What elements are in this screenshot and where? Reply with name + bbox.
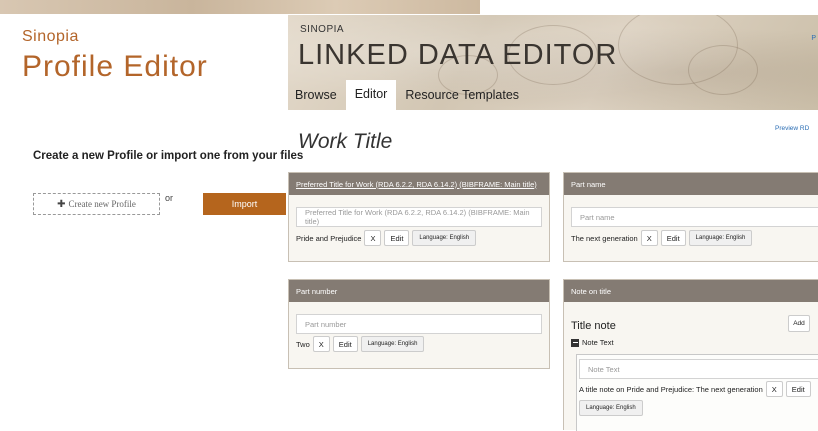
note-text-property-box: Note Text A title note on Pride and Prej… (576, 354, 818, 431)
header-app-title: LINKED DATA EDITOR (298, 39, 618, 71)
remove-value-button[interactable]: X (312, 336, 330, 352)
brand-sinopia-label: Sinopia (22, 28, 79, 45)
tab-resource-templates[interactable]: Resource Templates (398, 88, 526, 110)
panel-header: Note on title (564, 280, 818, 302)
language-button[interactable]: Language: English (412, 230, 477, 246)
panel-part-number: Part number Part number Two X Edit Langu… (288, 279, 550, 369)
panel-header: Part number (289, 280, 549, 302)
collapse-minus-icon[interactable] (571, 338, 579, 347)
import-button[interactable]: Import (203, 193, 286, 215)
note-text-toggle[interactable]: Note Text (571, 338, 614, 347)
note-text-label: Note Text (582, 338, 614, 347)
tab-browse[interactable]: Browse (288, 88, 344, 110)
panel-part-name: Part name Part name The next generation … (563, 172, 818, 262)
profile-editor-top-banner (0, 0, 480, 14)
preferred-title-input[interactable]: Preferred Title for Work (RDA 6.2.2, RDA… (296, 207, 542, 227)
create-new-profile-label: Create new Profile (68, 199, 136, 209)
panel-note-on-title: Note on title Title note Add Note Text N… (563, 279, 818, 431)
create-new-profile-button[interactable]: ✚ Create new Profile (33, 193, 160, 215)
note-text-input[interactable]: Note Text (579, 359, 818, 379)
page-title: Work Title (298, 130, 393, 153)
literal-value: Two (296, 339, 310, 349)
header-tab-bar: Browse Editor Resource Templates (288, 80, 526, 110)
language-button[interactable]: Language: English (579, 400, 643, 416)
plus-icon: ✚ (57, 198, 66, 210)
edit-value-button[interactable]: Edit (332, 336, 358, 352)
edit-value-button[interactable]: Edit (785, 381, 811, 397)
literal-value: Pride and Prejudice (296, 233, 362, 243)
panel-header: Preferred Title for Work (RDA 6.2.2, RDA… (289, 173, 549, 195)
remove-value-button[interactable]: X (765, 381, 783, 397)
language-row: Language: English (579, 400, 643, 416)
edit-value-button[interactable]: Edit (384, 230, 410, 246)
resource-subtitle: Title note (571, 320, 616, 332)
linked-data-editor-header: SINOPIA LINKED DATA EDITOR P Browse Edit… (288, 15, 818, 110)
literal-value-row: A title note on Pride and Prejudice: The… (579, 381, 811, 397)
panel-header: Part name (564, 173, 818, 195)
profile-editor-brand: Sinopia Profile Editor (22, 28, 208, 84)
language-button[interactable]: Language: English (688, 230, 753, 246)
panel-header-title: Note on title (571, 286, 612, 296)
add-button[interactable]: Add (788, 315, 810, 332)
remove-value-button[interactable]: X (640, 230, 658, 246)
literal-value: The next generation (571, 233, 638, 243)
brand-profile-editor-title: Profile Editor (22, 50, 208, 83)
literal-value-row: Pride and Prejudice X Edit Language: Eng… (296, 230, 477, 246)
header-edge-link[interactable]: P (811, 35, 816, 42)
part-name-input[interactable]: Part name (571, 207, 818, 227)
panel-preferred-title: Preferred Title for Work (RDA 6.2.2, RDA… (288, 172, 550, 262)
create-or-import-prompt: Create a new Profile or import one from … (33, 150, 304, 162)
edit-value-button[interactable]: Edit (660, 230, 686, 246)
literal-value-row: Two X Edit Language: English (296, 336, 425, 352)
tab-editor[interactable]: Editor (345, 80, 397, 110)
header-decoration (688, 45, 758, 95)
or-separator: or (165, 193, 174, 203)
panel-header-title: Part number (296, 286, 338, 296)
header-sinopia-label: SINOPIA (300, 24, 345, 35)
language-button[interactable]: Language: English (360, 336, 425, 352)
panel-header-title: Part name (571, 179, 606, 189)
preview-rdf-link[interactable]: Preview RD (775, 125, 809, 132)
remove-value-button[interactable]: X (364, 230, 382, 246)
panel-header-title[interactable]: Preferred Title for Work (RDA 6.2.2, RDA… (296, 180, 537, 189)
part-number-input[interactable]: Part number (296, 314, 542, 334)
literal-value-row: The next generation X Edit Language: Eng… (571, 230, 753, 246)
literal-value: A title note on Pride and Prejudice: The… (579, 384, 763, 394)
